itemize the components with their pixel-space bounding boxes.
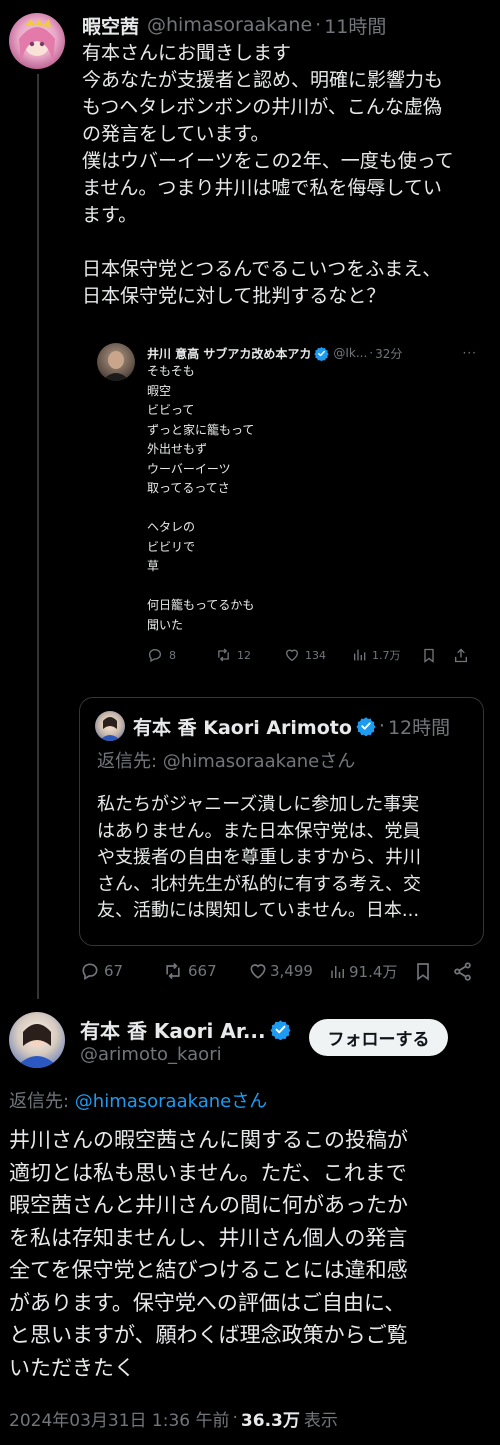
reply-to-prefix: 返信先: bbox=[97, 751, 163, 772]
main-tweet-header: 暇空茜 @himasoraakane · 11時間 bbox=[82, 12, 386, 38]
verified-icon bbox=[270, 1019, 291, 1040]
reply-to-prefix: 返信先: bbox=[9, 1091, 75, 1112]
quoted-reply-time[interactable]: 12時間 bbox=[388, 713, 450, 740]
share-icon bbox=[454, 962, 471, 981]
like-icon bbox=[250, 964, 266, 979]
main-retweet-button[interactable]: 667 bbox=[162, 961, 217, 981]
tweet-timestamp[interactable]: 2024年03月31日 1:36 午前 bbox=[9, 1406, 230, 1431]
views-icon bbox=[354, 649, 366, 661]
separator: · bbox=[315, 14, 322, 36]
bookmark-icon bbox=[424, 648, 434, 663]
main-share-button[interactable] bbox=[452, 961, 473, 982]
separator: · bbox=[232, 1408, 238, 1428]
verified-icon bbox=[314, 346, 330, 361]
follow-button[interactable]: フォローする bbox=[309, 1019, 448, 1056]
quoted-reply-count: 8 bbox=[169, 648, 176, 662]
main-retweet-count: 667 bbox=[188, 962, 217, 980]
verified-icon bbox=[356, 717, 376, 736]
quoted-share-button[interactable] bbox=[453, 647, 469, 664]
main-views-count: 91.4万 bbox=[349, 963, 398, 981]
more-options-icon[interactable]: ··· bbox=[463, 346, 477, 360]
views-label: 表示 bbox=[303, 1410, 338, 1431]
quoted-reply-author-name[interactable]: 有本 香 Kaori Arimoto bbox=[133, 713, 352, 740]
reply-icon bbox=[148, 648, 162, 663]
main-like-button[interactable]: 3,499 bbox=[248, 961, 313, 981]
main-like-count: 3,499 bbox=[270, 962, 313, 980]
quoted-views-count: 1.7万 bbox=[372, 649, 401, 662]
main-reply-count: 67 bbox=[104, 962, 124, 980]
reply-icon bbox=[82, 963, 98, 980]
retweet-icon bbox=[218, 648, 229, 662]
quoted-author-handle[interactable]: @Ik... bbox=[333, 346, 367, 360]
quoted-reply-header: 有本 香 Kaori Arimoto · 12時間 bbox=[133, 713, 450, 739]
reply-author-handle[interactable]: @arimoto_kaori bbox=[80, 1044, 222, 1065]
like-icon bbox=[285, 649, 299, 662]
arimoto-small-avatar[interactable] bbox=[95, 711, 125, 741]
quoted-views-button[interactable]: 1.7万 bbox=[352, 647, 401, 663]
quoted-bookmark-button[interactable] bbox=[421, 647, 437, 664]
main-views-button[interactable]: 91.4万 bbox=[329, 961, 397, 982]
bookmark-icon bbox=[417, 963, 429, 981]
quoted-retweet-button[interactable]: 12 bbox=[215, 647, 251, 663]
share-icon bbox=[455, 648, 467, 663]
main-tweet-body: 有本さんにお聞きします 今あなたが支援者と認め、明確に影響力も もつヘタレボンボ… bbox=[82, 42, 454, 307]
separator: · bbox=[378, 715, 385, 737]
arimoto-avatar[interactable] bbox=[9, 1012, 65, 1068]
quoted-tweet-header: 井川 意高 サブアカ改め本アカ @Ik... · 32分 ··· bbox=[147, 343, 477, 363]
reply-tweet-body: 井川さんの暇空茜さんに関するこの投稿が 適切とは私も思いません。ただ、これまで … bbox=[9, 1128, 408, 1380]
quoted-tweet-body: そもそも 暇空 ビビって ずっと家に籠もって 外出せもず ウーバーイーツ 取って… bbox=[147, 364, 255, 632]
quoted-retweet-count: 12 bbox=[237, 648, 251, 662]
main-author-name[interactable]: 暇空茜 bbox=[82, 12, 139, 39]
quoted-reply-button[interactable]: 8 bbox=[147, 647, 176, 663]
himasoraakane-avatar[interactable] bbox=[9, 13, 65, 69]
reply-author-header: 有本 香 Kaori Ar... bbox=[80, 1015, 291, 1044]
quoted-like-button[interactable]: 134 bbox=[284, 647, 326, 663]
main-reply-button[interactable]: 67 bbox=[80, 961, 123, 981]
separator: · bbox=[369, 346, 374, 360]
reply-to-handle[interactable]: @himasoraakaneさん bbox=[163, 751, 355, 772]
quoted-tweet-time[interactable]: 32分 bbox=[375, 345, 402, 362]
views-count: 36.3万 bbox=[240, 1410, 300, 1431]
views-icon bbox=[331, 965, 344, 978]
thread-line bbox=[37, 74, 39, 999]
main-bookmark-button[interactable] bbox=[413, 961, 433, 982]
retweet-icon bbox=[166, 962, 180, 980]
reply-to-handle[interactable]: @himasoraakaneさん bbox=[75, 1091, 267, 1112]
tweet-meta: 2024年03月31日 1:36 午前 · 36.3万 表示 bbox=[9, 1405, 338, 1431]
reply-author-name[interactable]: 有本 香 Kaori Ar... bbox=[80, 1015, 266, 1044]
main-tweet-time[interactable]: 11時間 bbox=[324, 12, 386, 39]
quoted-like-count: 134 bbox=[305, 648, 326, 662]
reply-to-line: 返信先: @himasoraakaneさん bbox=[9, 1087, 267, 1113]
quoted-reply-body: 私たちがジャニーズ潰しに参加した事実 はありません。また日本保守党は、党員 や支… bbox=[97, 794, 421, 921]
quoted-reply-to-line: 返信先: @himasoraakaneさん bbox=[97, 747, 355, 773]
igawa-avatar[interactable] bbox=[97, 343, 135, 381]
quoted-author-name[interactable]: 井川 意高 サブアカ改め本アカ bbox=[147, 345, 311, 362]
main-author-handle[interactable]: @himasoraakane bbox=[147, 14, 312, 36]
